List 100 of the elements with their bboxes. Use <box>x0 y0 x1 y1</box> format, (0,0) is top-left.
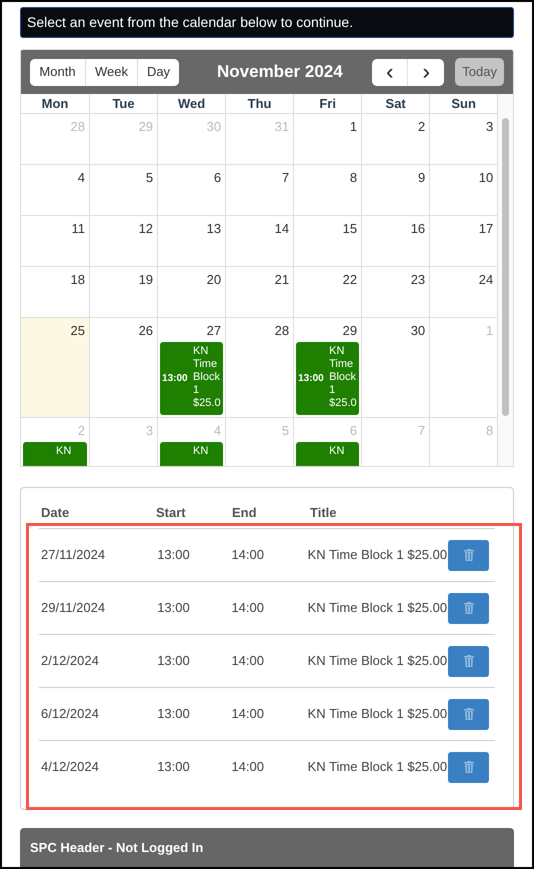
scrollbar[interactable] <box>497 94 513 466</box>
day-number: 17 <box>478 220 494 238</box>
day-cell[interactable]: 23 <box>361 267 430 317</box>
day-cell[interactable]: 14 <box>225 216 294 266</box>
day-cell[interactable]: 11 <box>21 216 90 266</box>
day-number: 30 <box>206 118 222 136</box>
weekday-label: Wed <box>178 95 206 113</box>
weekday-label: Thu <box>248 95 272 113</box>
calendar-event[interactable]: 13:00 KN Time Block 1 $25.0 <box>296 342 360 415</box>
table-cell-text: 14:00 <box>230 652 265 670</box>
day-number: 11 <box>72 220 86 238</box>
table-cell-text: KN Time Block 1 $25.00 <box>306 758 448 776</box>
calendar-event[interactable]: KN <box>160 442 224 466</box>
day-cell[interactable]: 30 <box>361 318 430 417</box>
day-cell[interactable]: 6 <box>157 165 226 215</box>
day-cell[interactable]: 19 <box>89 267 158 317</box>
table-cell-text: KN Time Block 1 $25.00 <box>306 599 448 618</box>
day-number: 12 <box>138 220 154 238</box>
day-number: 30 <box>410 322 426 340</box>
table-cell-text: 2/12/2024 <box>40 652 100 670</box>
column-header: End <box>231 504 258 522</box>
day-cell[interactable]: 29 13:00 KN Time Block 1 $25.0 <box>293 318 362 417</box>
day-number: 4 <box>214 422 222 440</box>
day-cell[interactable]: 4 KN <box>157 418 226 466</box>
day-number: 14 <box>274 220 290 238</box>
day-cell[interactable]: 13 <box>157 216 226 266</box>
day-number: 25 <box>70 322 86 340</box>
table-cell-text: 13:00 <box>156 652 191 670</box>
day-number: 5 <box>282 422 290 440</box>
day-number: 20 <box>206 271 222 289</box>
day-number: 28 <box>70 118 86 136</box>
day-number: 3 <box>146 422 154 440</box>
day-number: 9 <box>418 169 426 187</box>
day-cell[interactable]: 27 13:00 KN Time Block 1 $25.0 <box>157 318 226 417</box>
day-number: 29 <box>138 118 154 136</box>
day-number: 13 <box>206 220 222 238</box>
day-number: 1 <box>350 118 358 136</box>
day-cell[interactable]: 2 KN <box>21 418 90 466</box>
day-cell[interactable]: 7 <box>225 165 294 215</box>
trash-icon <box>464 602 474 614</box>
delete-button[interactable] <box>448 752 489 782</box>
event-title: KN Time Block 1 $25.0 <box>193 345 222 410</box>
day-cell[interactable]: 15 <box>293 216 362 266</box>
day-cell[interactable]: 5 <box>89 165 158 215</box>
day-number: 18 <box>70 271 86 289</box>
day-number: 21 <box>274 271 290 289</box>
day-number: 6 <box>214 169 222 187</box>
weekday-label: Sun <box>451 95 476 113</box>
view-button[interactable]: Month <box>30 58 86 86</box>
day-cell[interactable]: 25 <box>21 318 90 417</box>
day-number: 1 <box>486 322 494 340</box>
day-number: 4 <box>78 169 86 187</box>
next-button[interactable]: › <box>408 58 444 86</box>
table-cell-text: KN Time Block 1 $25.00 <box>306 705 448 724</box>
table-cell-text: 13:00 <box>156 599 191 618</box>
event-title: KN <box>329 445 346 458</box>
event-title: KN <box>56 445 72 458</box>
day-number: 6 <box>350 422 358 440</box>
day-number: 19 <box>138 271 154 289</box>
table-cell-text: 14:00 <box>230 599 265 618</box>
table-cell-text: 14:00 <box>230 758 265 776</box>
trash-icon <box>464 655 474 667</box>
weekday-label: Sat <box>386 95 406 113</box>
calendar-event[interactable]: KN <box>296 442 360 466</box>
event-time: 13:00 <box>298 372 325 386</box>
previous-button[interactable]: ‹ <box>372 58 408 86</box>
column-header: Start <box>155 504 187 522</box>
calendar-event[interactable]: 13:00 KN Time Block 1 $25.0 <box>160 342 224 415</box>
calendar-title: November 2024 <box>217 61 343 84</box>
weekday-label: Mon <box>42 95 68 113</box>
day-cell[interactable]: 9 <box>361 165 430 215</box>
table-cell-text: KN Time Block 1 $25.00 <box>306 546 448 564</box>
day-number: 8 <box>486 422 494 440</box>
day-cell[interactable]: 18 <box>21 267 90 317</box>
day-cell[interactable]: 4 <box>21 165 90 215</box>
table-cell-text: 27/11/2024 <box>40 546 106 564</box>
day-cell[interactable]: 26 <box>89 318 158 417</box>
day-number: 2 <box>418 118 426 136</box>
delete-button[interactable] <box>448 698 489 730</box>
table-cell-text: 14:00 <box>230 705 265 724</box>
delete-button[interactable] <box>448 540 489 570</box>
trash-icon <box>464 708 474 720</box>
day-cell[interactable]: 20 <box>157 267 226 317</box>
day-number: 7 <box>282 169 290 187</box>
day-cell[interactable]: 12 <box>89 216 158 266</box>
calendar-event[interactable]: KN <box>23 442 88 466</box>
day-cell[interactable]: 1 <box>293 114 362 164</box>
day-cell[interactable]: 16 <box>361 216 430 266</box>
day-cell[interactable]: 21 <box>225 267 294 317</box>
table-cell-text: 13:00 <box>156 758 191 776</box>
day-cell[interactable]: 8 <box>293 165 362 215</box>
day-cell[interactable]: 2 <box>361 114 430 164</box>
day-number: 3 <box>486 118 494 136</box>
day-cell[interactable]: 6 KN <box>293 418 362 466</box>
day-number: 27 <box>206 322 222 340</box>
delete-button[interactable] <box>448 592 489 624</box>
day-cell[interactable]: 28 <box>225 318 294 417</box>
delete-button[interactable] <box>448 646 489 676</box>
day-cell[interactable]: 22 <box>293 267 362 317</box>
day-number: 15 <box>342 220 358 238</box>
